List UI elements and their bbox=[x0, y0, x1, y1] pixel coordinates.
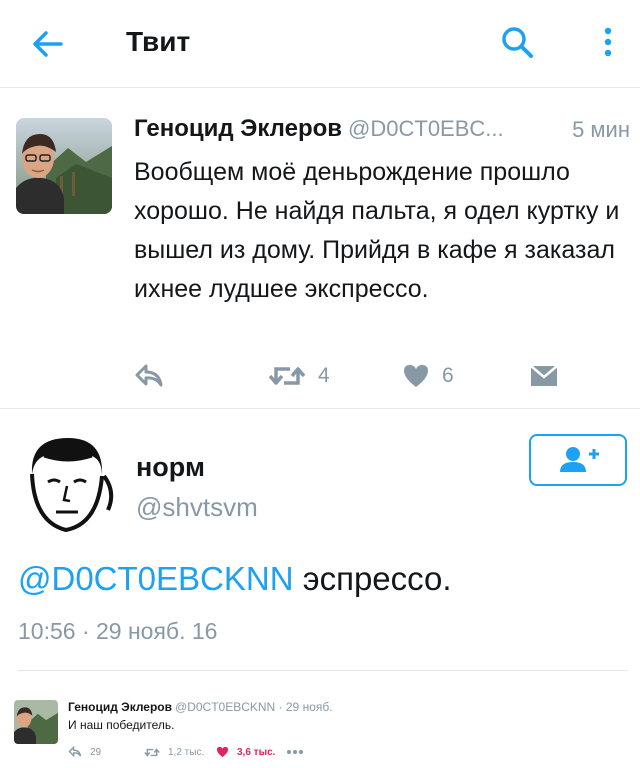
retweet-icon bbox=[144, 747, 160, 757]
envelope-icon bbox=[530, 365, 558, 386]
tweet-text-body: эспрессо. bbox=[293, 560, 452, 597]
tweet-header: Геноцид Эклеров @D0CT0EBCKNN · 29 нояб. bbox=[68, 700, 333, 714]
tweet-actions: 29 1,2 тыс. 3,6 тыс. bbox=[68, 744, 328, 760]
search-icon bbox=[502, 27, 533, 58]
tweet-text: Вообщем моё деньрождение прошло хорошо. … bbox=[134, 158, 620, 303]
arrow-left-icon bbox=[33, 31, 63, 57]
like-button[interactable]: 3,6 тыс. bbox=[216, 744, 275, 760]
parent-tweet[interactable]: Геноцид Эклеров @D0CT0EBC... 5 мин Вообще… bbox=[0, 89, 640, 409]
tweet-timestamp: 10:56 · 29 нояб. 16 bbox=[18, 618, 218, 644]
author-name[interactable]: Геноцид Эклеров bbox=[68, 700, 172, 714]
author-name[interactable]: норм bbox=[136, 452, 205, 483]
author-handle[interactable]: @D0CT0EBC... bbox=[348, 116, 504, 141]
back-button[interactable] bbox=[28, 24, 68, 64]
tweet-actions: 4 6 bbox=[134, 361, 604, 391]
tweet-text: И наш победитель. bbox=[68, 718, 175, 732]
heart-icon bbox=[216, 746, 229, 758]
retweet-count: 1,2 тыс. bbox=[168, 746, 205, 758]
like-button[interactable]: 6 bbox=[402, 361, 454, 391]
reply-count: 29 bbox=[90, 746, 102, 758]
author-handle[interactable]: @D0CT0EBCKNN · 29 нояб. bbox=[175, 700, 333, 714]
like-count: 6 bbox=[442, 364, 454, 387]
reply-icon bbox=[135, 364, 163, 387]
more-options-button[interactable] bbox=[596, 22, 620, 62]
page-title: Твит bbox=[126, 26, 191, 57]
divider bbox=[18, 670, 628, 671]
more-horizontal-icon bbox=[287, 750, 303, 754]
retweet-icon bbox=[268, 367, 306, 385]
direct-message-button[interactable] bbox=[530, 361, 558, 391]
retweet-button[interactable]: 4 bbox=[268, 361, 330, 391]
mention-link[interactable]: @D0CT0EBCKNN bbox=[18, 560, 294, 597]
follow-user-icon bbox=[560, 447, 599, 472]
search-button[interactable] bbox=[497, 22, 537, 62]
retweet-count: 4 bbox=[318, 364, 330, 387]
top-app-bar: Твит bbox=[0, 0, 640, 88]
reply-tweet[interactable]: Геноцид Эклеров @D0CT0EBCKNN · 29 нояб. И… bbox=[0, 672, 640, 768]
heart-icon bbox=[404, 365, 428, 387]
avatar[interactable] bbox=[18, 430, 120, 538]
more-options-button[interactable] bbox=[286, 744, 304, 760]
focused-tweet: норм @shvtsvm @D0CT0EBCKNN эспрессо. 10:… bbox=[0, 410, 640, 670]
retweet-button[interactable]: 1,2 тыс. bbox=[144, 744, 204, 760]
follow-button[interactable] bbox=[529, 434, 627, 486]
more-vertical-icon bbox=[604, 27, 612, 57]
tweet-text: @D0CT0EBCKNN эспрессо. bbox=[18, 560, 452, 598]
reply-icon bbox=[68, 746, 82, 758]
avatar[interactable] bbox=[16, 118, 112, 214]
reply-button[interactable] bbox=[134, 361, 164, 391]
author-handle[interactable]: @shvtsvm bbox=[136, 492, 258, 523]
author-name[interactable]: Геноцид Эклеров bbox=[134, 115, 342, 142]
like-count: 3,6 тыс. bbox=[237, 746, 276, 758]
tweet-header: Геноцид Эклеров @D0CT0EBC... 5 мин bbox=[134, 115, 630, 145]
avatar[interactable] bbox=[14, 700, 58, 744]
tweet-time: 5 мин bbox=[572, 117, 630, 142]
reply-button[interactable]: 29 bbox=[68, 744, 101, 760]
